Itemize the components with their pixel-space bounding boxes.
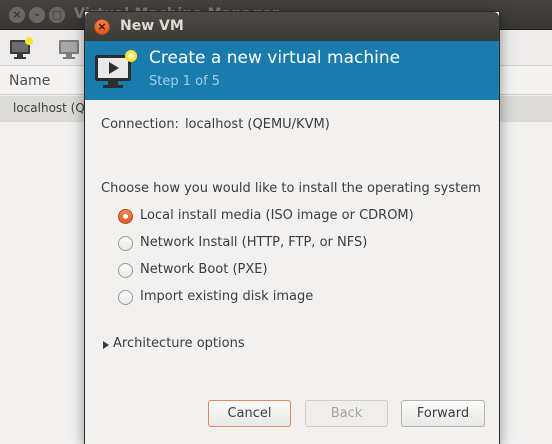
column-name-header[interactable]: Name (9, 73, 50, 89)
new-vm-icon[interactable] (9, 36, 35, 60)
connection-line: Connection: localhost (QEMU/KVM) (101, 117, 330, 132)
window-maximize-icon[interactable]: □ (49, 7, 65, 23)
radio-label: Local install media (ISO image or CDROM) (140, 208, 414, 223)
architecture-options-label: Architecture options (113, 336, 245, 351)
back-button[interactable]: Back (305, 400, 388, 427)
dialog-close-icon[interactable]: × (94, 19, 110, 35)
connection-value: localhost (QEMU/KVM) (184, 117, 330, 132)
banner-step: Step 1 of 5 (149, 74, 221, 89)
radio-button[interactable] (118, 236, 133, 251)
monitor-new-vm-icon (95, 50, 137, 88)
radio-label: Network Boot (PXE) (140, 262, 268, 277)
triangle-right-icon (103, 341, 109, 349)
cancel-button[interactable]: Cancel (208, 400, 291, 427)
new-vm-dialog: × New VM Create a new virtual machine St… (85, 12, 499, 444)
wizard-banner: Create a new virtual machine Step 1 of 5 (85, 41, 499, 100)
dialog-titlebar: × New VM (85, 12, 499, 41)
dialog-title: New VM (120, 18, 184, 34)
radio-button[interactable] (118, 263, 133, 278)
radio-button-checked[interactable] (118, 209, 133, 224)
radio-label: Import existing disk image (140, 289, 314, 304)
window-minimize-icon[interactable]: – (29, 7, 45, 23)
connection-label: Connection: (101, 117, 179, 132)
forward-button[interactable]: Forward (401, 400, 485, 427)
radio-label: Network Install (HTTP, FTP, or NFS) (140, 235, 368, 250)
install-method-prompt: Choose how you would like to install the… (101, 181, 481, 196)
monitor-icon[interactable] (57, 36, 83, 60)
window-close-icon[interactable]: × (9, 7, 25, 23)
banner-title: Create a new virtual machine (149, 48, 401, 68)
radio-button[interactable] (118, 290, 133, 305)
